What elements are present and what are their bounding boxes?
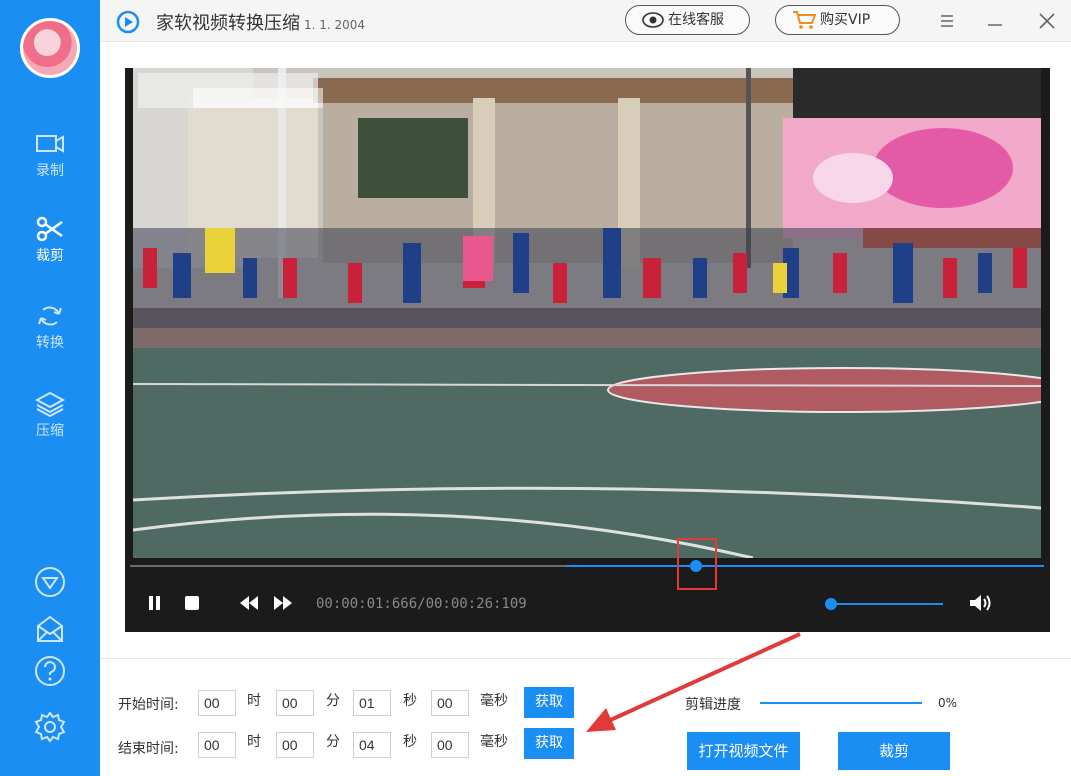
app-title-text: 家软视频转换压缩	[156, 13, 300, 34]
sidebar-item-record[interactable]: 录制	[0, 130, 100, 190]
second-unit: 秒	[403, 734, 417, 750]
eye-icon	[642, 12, 664, 28]
crop-button[interactable]: 裁剪	[838, 732, 950, 770]
start-ms-input[interactable]: 00	[431, 690, 469, 716]
online-support-button[interactable]: 在线客服	[625, 5, 750, 35]
minute-unit: 分	[326, 693, 340, 709]
stop-icon[interactable]	[182, 593, 204, 613]
video-player[interactable]	[125, 68, 1050, 632]
sidebar-item-label: 压缩	[36, 423, 64, 439]
close-icon[interactable]	[1034, 8, 1060, 34]
minimize-icon[interactable]	[982, 8, 1008, 34]
buy-vip-button[interactable]: 购买VIP	[775, 5, 900, 35]
sidebar-item-label: 转换	[36, 335, 64, 351]
volume-slider[interactable]	[830, 603, 943, 605]
buy-vip-label: 购买VIP	[820, 12, 871, 28]
layers-icon	[34, 391, 66, 418]
mail-icon[interactable]	[34, 613, 66, 645]
end-time-label: 结束时间:	[118, 741, 179, 757]
fetch-start-button[interactable]: 获取	[524, 687, 574, 718]
sidebar-item-crop[interactable]: 裁剪	[0, 215, 100, 275]
second-unit: 秒	[403, 693, 417, 709]
sidebar: 录制 裁剪 转换 压缩	[0, 0, 100, 776]
sidebar-item-label: 裁剪	[36, 248, 64, 264]
camera-icon	[36, 135, 64, 153]
cart-icon	[793, 11, 817, 29]
end-second-input[interactable]: 04	[353, 732, 391, 758]
scissors-icon	[36, 216, 63, 242]
ms-unit: 毫秒	[480, 734, 508, 750]
ms-unit: 毫秒	[480, 693, 508, 709]
sidebar-item-convert[interactable]: 转换	[0, 302, 100, 362]
rewind-icon[interactable]	[238, 593, 260, 613]
pause-icon[interactable]	[145, 593, 167, 613]
fetch-end-button[interactable]: 获取	[524, 728, 574, 759]
video-frame-image	[133, 68, 1041, 558]
sidebar-item-compress[interactable]: 压缩	[0, 390, 100, 450]
avatar[interactable]	[20, 18, 80, 78]
start-time-label: 开始时间:	[118, 697, 179, 713]
online-support-label: 在线客服	[668, 12, 724, 28]
end-hour-input[interactable]: 00	[198, 732, 236, 758]
hour-unit: 时	[247, 693, 261, 709]
title-bar: 家软视频转换压缩 1. 1. 2004 在线客服 购买VIP	[100, 0, 1071, 42]
volume-icon[interactable]	[968, 593, 994, 613]
settings-icon[interactable]	[34, 711, 66, 743]
fast-forward-icon[interactable]	[272, 593, 294, 613]
panel-divider	[100, 658, 1071, 659]
progress-bar	[760, 702, 922, 704]
annotation-highlight-box	[677, 538, 717, 590]
hour-unit: 时	[247, 734, 261, 750]
sidebar-item-label: 录制	[36, 163, 64, 179]
help-icon[interactable]	[34, 655, 66, 687]
progress-value: 0%	[938, 696, 958, 710]
app-version: 1. 1. 2004	[304, 18, 366, 32]
diamond-icon[interactable]	[34, 566, 66, 598]
app-title: 家软视频转换压缩 1. 1. 2004	[156, 9, 365, 35]
start-second-input[interactable]: 01	[353, 690, 391, 716]
volume-handle[interactable]	[825, 598, 837, 610]
convert-icon	[38, 306, 62, 326]
end-ms-input[interactable]: 00	[431, 732, 469, 758]
progress-label: 剪辑进度	[685, 697, 741, 713]
playback-time: 00:00:01:666/00:00:26:109	[316, 596, 527, 612]
app-logo-icon	[116, 10, 140, 34]
start-minute-input[interactable]: 00	[276, 690, 314, 716]
minute-unit: 分	[326, 734, 340, 750]
end-minute-input[interactable]: 00	[276, 732, 314, 758]
start-hour-input[interactable]: 00	[198, 690, 236, 716]
open-video-file-button[interactable]: 打开视频文件	[687, 732, 800, 770]
timeline-buffered	[566, 565, 1044, 567]
menu-icon[interactable]	[934, 8, 960, 34]
